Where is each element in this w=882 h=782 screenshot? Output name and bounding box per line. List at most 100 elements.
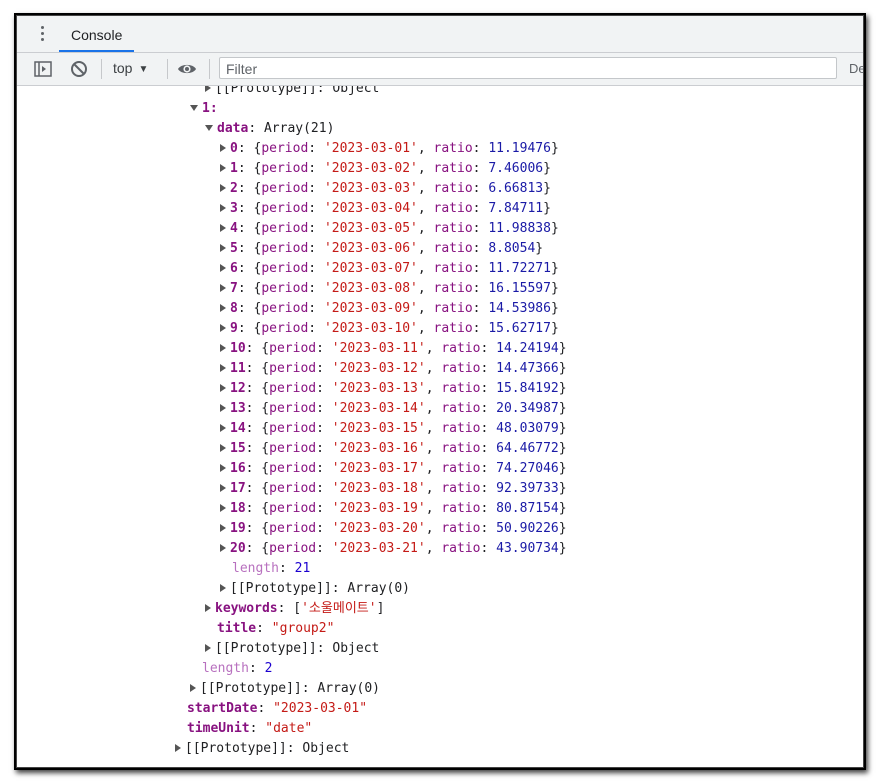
array-entry[interactable]: 5: {period: '2023-03-06', ratio: 8.8054}	[220, 239, 543, 259]
array-entry[interactable]: 2: {period: '2023-03-03', ratio: 6.66813…	[220, 179, 551, 199]
log-levels-dropdown[interactable]: De	[849, 61, 863, 76]
array-entry[interactable]: 17: {period: '2023-03-18', ratio: 92.397…	[220, 479, 567, 499]
eye-icon[interactable]	[177, 59, 197, 79]
expand-arrow-icon[interactable]	[220, 264, 226, 272]
period-key: period	[269, 501, 317, 516]
ratio-key: ratio	[433, 301, 473, 316]
expand-arrow-icon[interactable]	[220, 364, 226, 372]
period-value: '2023-03-19'	[331, 501, 426, 516]
array-entry[interactable]: 13: {period: '2023-03-14', ratio: 20.349…	[220, 399, 567, 419]
array-entry[interactable]: 12: {period: '2023-03-13', ratio: 15.841…	[220, 379, 567, 399]
tree-node[interactable]: [[Prototype]]: Object	[205, 639, 379, 659]
expand-arrow-icon[interactable]	[220, 304, 226, 312]
expand-arrow-icon[interactable]	[205, 644, 211, 652]
array-entry[interactable]: 15: {period: '2023-03-16', ratio: 64.467…	[220, 439, 567, 459]
expand-arrow-icon[interactable]	[220, 404, 226, 412]
period-key: period	[269, 341, 317, 356]
period-value: '2023-03-12'	[331, 361, 426, 376]
tree-node[interactable]: [[Prototype]]: Array(0)	[220, 579, 410, 599]
period-value: '2023-03-16'	[331, 441, 426, 456]
collapse-arrow-icon[interactable]	[190, 105, 198, 111]
ratio-key: ratio	[441, 401, 481, 416]
period-key: period	[261, 141, 309, 156]
period-value: '2023-03-11'	[331, 341, 426, 356]
tree-node[interactable]: [[Prototype]]: Array(0)	[190, 679, 380, 699]
array-entry[interactable]: 3: {period: '2023-03-04', ratio: 7.84711…	[220, 199, 551, 219]
expand-arrow-icon[interactable]	[220, 464, 226, 472]
array-entry[interactable]: 16: {period: '2023-03-17', ratio: 74.270…	[220, 459, 567, 479]
entry-index: 18	[230, 501, 246, 516]
period-value: '2023-03-07'	[323, 261, 418, 276]
expand-arrow-icon[interactable]	[220, 344, 226, 352]
tree-leaf: length: 2	[202, 661, 273, 676]
array-entry[interactable]: 4: {period: '2023-03-05', ratio: 11.9883…	[220, 219, 559, 239]
tab-console[interactable]: Console	[59, 16, 135, 52]
tree-node[interactable]: data: Array(21)	[205, 119, 334, 139]
entry-index: 8	[230, 301, 238, 316]
ratio-value: 14.53986	[488, 301, 551, 316]
ratio-key: ratio	[433, 281, 473, 296]
expand-arrow-icon[interactable]	[205, 86, 211, 92]
array-entry[interactable]: 1: {period: '2023-03-02', ratio: 7.46006…	[220, 159, 551, 179]
expand-arrow-icon[interactable]	[220, 164, 226, 172]
period-key: period	[261, 181, 309, 196]
array-entry[interactable]: 6: {period: '2023-03-07', ratio: 11.7227…	[220, 259, 559, 279]
tree-node[interactable]: [[Prototype]]: Object	[205, 86, 379, 99]
expand-arrow-icon[interactable]	[220, 544, 226, 552]
more-options-icon[interactable]	[41, 26, 45, 44]
expand-arrow-icon[interactable]	[220, 324, 226, 332]
ratio-value: 20.34987	[496, 401, 559, 416]
array-entry[interactable]: 10: {period: '2023-03-11', ratio: 14.241…	[220, 339, 567, 359]
array-entry[interactable]: 11: {period: '2023-03-12', ratio: 14.473…	[220, 359, 567, 379]
entry-index: 7	[230, 281, 238, 296]
expand-arrow-icon[interactable]	[175, 744, 181, 752]
expand-arrow-icon[interactable]	[220, 184, 226, 192]
context-selector[interactable]: top ▼	[113, 60, 148, 76]
tree-node[interactable]: [[Prototype]]: Object	[175, 739, 349, 759]
filter-field[interactable]	[219, 57, 837, 79]
tree-node[interactable]: keywords: ['소울메이트']	[205, 599, 384, 619]
expand-arrow-icon[interactable]	[220, 204, 226, 212]
toolbar-divider	[101, 59, 102, 79]
period-key: period	[261, 161, 309, 176]
array-entry[interactable]: 18: {period: '2023-03-19', ratio: 80.871…	[220, 499, 567, 519]
entry-index: 9	[230, 321, 238, 336]
expand-arrow-icon[interactable]	[220, 504, 226, 512]
array-entry[interactable]: 20: {period: '2023-03-21', ratio: 43.907…	[220, 539, 567, 559]
expand-arrow-icon[interactable]	[220, 244, 226, 252]
ratio-value: 8.8054	[488, 241, 536, 256]
period-key: period	[261, 301, 309, 316]
expand-arrow-icon[interactable]	[220, 524, 226, 532]
context-label: top	[113, 60, 133, 76]
period-key: period	[269, 521, 317, 536]
expand-arrow-icon[interactable]	[205, 604, 211, 612]
array-entry[interactable]: 9: {period: '2023-03-10', ratio: 15.6271…	[220, 319, 559, 339]
array-entry[interactable]: 19: {period: '2023-03-20', ratio: 50.902…	[220, 519, 567, 539]
expand-arrow-icon[interactable]	[220, 384, 226, 392]
expand-arrow-icon[interactable]	[220, 584, 226, 592]
array-entry[interactable]: 0: {period: '2023-03-01', ratio: 11.1947…	[220, 139, 559, 159]
expand-arrow-icon[interactable]	[220, 144, 226, 152]
ratio-value: 6.66813	[488, 181, 544, 196]
clear-console-icon[interactable]	[69, 59, 89, 79]
period-value: '2023-03-03'	[323, 181, 418, 196]
expand-arrow-icon[interactable]	[220, 284, 226, 292]
array-entry[interactable]: 7: {period: '2023-03-08', ratio: 16.1559…	[220, 279, 559, 299]
expand-arrow-icon[interactable]	[220, 444, 226, 452]
filter-input[interactable]	[226, 59, 836, 79]
ratio-key: ratio	[441, 341, 481, 356]
expand-arrow-icon[interactable]	[220, 224, 226, 232]
ratio-value: 92.39733	[496, 481, 559, 496]
expand-arrow-icon[interactable]	[190, 684, 196, 692]
sidebar-toggle-icon[interactable]	[33, 59, 53, 79]
array-entry[interactable]: 8: {period: '2023-03-09', ratio: 14.5398…	[220, 299, 559, 319]
entry-index: 17	[230, 481, 246, 496]
tree-leaf: timeUnit: "date"	[187, 721, 313, 736]
entry-index: 12	[230, 381, 246, 396]
array-entry[interactable]: 14: {period: '2023-03-15', ratio: 48.030…	[220, 419, 567, 439]
tree-node[interactable]: 1:	[190, 99, 218, 119]
collapse-arrow-icon[interactable]	[205, 125, 213, 131]
expand-arrow-icon[interactable]	[220, 484, 226, 492]
expand-arrow-icon[interactable]	[220, 424, 226, 432]
period-value: '2023-03-01'	[323, 141, 418, 156]
